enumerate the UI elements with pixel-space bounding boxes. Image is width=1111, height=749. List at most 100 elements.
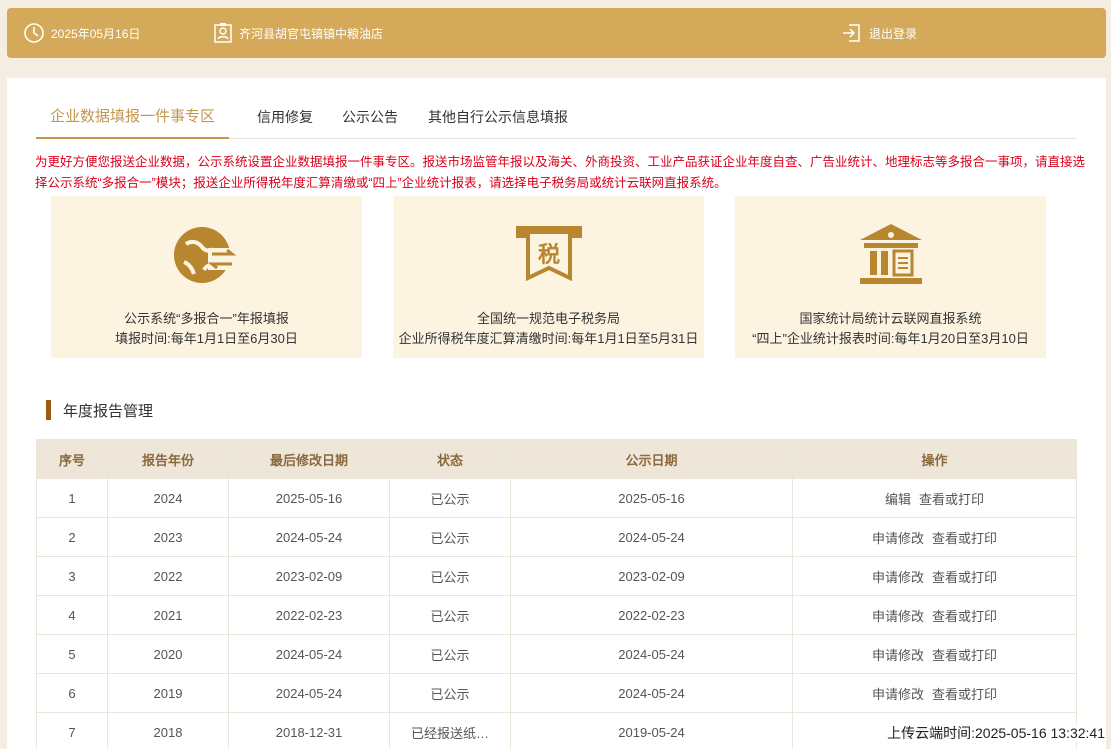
feature-statistics[interactable]: 国家统计局统计云联网直报系统 “四上”企业统计报表时间:每年1月20日至3月10… xyxy=(735,196,1046,358)
feature-title: 全国统一规范电子税务局 xyxy=(476,311,620,326)
view-print-link[interactable]: 查看或打印 xyxy=(932,570,997,585)
request-modify-link[interactable]: 申请修改 xyxy=(872,531,924,546)
feature-title: 公示系统“多报合一”年报填报 xyxy=(124,311,289,326)
cell-actions: 申请修改 查看或打印 xyxy=(792,634,1077,674)
clock-icon xyxy=(24,23,44,43)
tab-announcements[interactable]: 公示公告 xyxy=(342,102,398,139)
col-header-no: 序号 xyxy=(36,439,108,479)
cell-modified: 2024-05-24 xyxy=(228,517,390,557)
feature-title: 国家统计局统计云联网直报系统 xyxy=(799,311,982,326)
cell-no: 3 xyxy=(36,556,108,596)
globe-arrows-icon xyxy=(173,227,238,283)
logout-label: 退出登录 xyxy=(869,26,918,41)
annual-report-table: 序号 报告年份 最后修改日期 状态 公示日期 操作 1 2024 2025-05-1… xyxy=(36,439,1077,749)
cell-actions: 申请修改 查看或打印 xyxy=(792,673,1077,713)
view-print-link[interactable]: 查看或打印 xyxy=(932,531,997,546)
upload-time: 上传云端时间:2025-05-16 13:32:41 xyxy=(887,723,1105,743)
table-header-row: 序号 报告年份 最后修改日期 状态 公示日期 操作 xyxy=(36,439,1077,479)
cell-year: 2019 xyxy=(107,673,229,713)
col-header-published: 公示日期 xyxy=(510,439,793,479)
table-row: 3 2022 2023-02-09 已公示 2023-02-09 申请修改 查看或打印 xyxy=(36,556,1077,596)
cell-actions: 申请修改 查看或打印 xyxy=(792,517,1077,557)
table-row: 4 2021 2022-02-23 已公示 2022-02-23 申请修改 查看或打印 xyxy=(36,595,1077,635)
tab-other-disclosure[interactable]: 其他自行公示信息填报 xyxy=(428,102,568,139)
col-header-modified: 最后修改日期 xyxy=(228,439,390,479)
cell-published: 2024-05-24 xyxy=(510,673,793,713)
section-title-text: 年度报告管理 xyxy=(63,402,154,420)
government-building-icon xyxy=(859,224,922,284)
view-print-link[interactable]: 查看或打印 xyxy=(919,492,984,507)
cell-modified: 2025-05-16 xyxy=(228,478,390,518)
section-title: 年度报告管理 xyxy=(46,400,153,420)
cell-year: 2020 xyxy=(107,634,229,674)
cell-published: 2022-02-23 xyxy=(510,595,793,635)
cell-actions: 申请修改 查看或打印 xyxy=(792,556,1077,596)
table-row: 5 2020 2024-05-24 已公示 2024-05-24 申请修改 查看或打印 xyxy=(36,634,1077,674)
table-row: 1 2024 2025-05-16 已公示 2025-05-16 编辑 查看或打印 xyxy=(36,478,1077,518)
feature-tax-bureau[interactable]: 税 全国统一规范电子税务局 企业所得税年度汇算清缴时间:每年1月1日至5月31日 xyxy=(393,196,704,358)
cell-no: 6 xyxy=(36,673,108,713)
cell-year: 2024 xyxy=(107,478,229,518)
cell-status: 已公示 xyxy=(389,595,511,635)
company-name: 齐河县胡官屯镇镇中粮油店 xyxy=(239,26,384,41)
cell-no: 2 xyxy=(36,517,108,557)
cell-status: 已公示 xyxy=(389,517,511,557)
section-marker xyxy=(46,400,51,420)
request-modify-link[interactable]: 申请修改 xyxy=(872,687,924,702)
cell-published: 2025-05-16 xyxy=(510,478,793,518)
cell-published: 2019-05-24 xyxy=(510,712,793,749)
feature-subtitle: 企业所得税年度汇算清缴时间:每年1月1日至5月31日 xyxy=(398,331,699,346)
view-print-link[interactable]: 查看或打印 xyxy=(932,609,997,624)
cell-modified: 2022-02-23 xyxy=(228,595,390,635)
request-modify-link[interactable]: 申请修改 xyxy=(872,648,924,663)
tax-icon-label: 税 xyxy=(537,242,559,268)
top-bar: 2025年05月16日 齐河县胡官屯镇镇中粮油店 退出登录 xyxy=(7,8,1106,58)
tab-credit-repair[interactable]: 信用修复 xyxy=(257,102,313,139)
id-card-icon xyxy=(214,23,232,43)
cell-year: 2022 xyxy=(107,556,229,596)
cell-status: 已公示 xyxy=(389,673,511,713)
cell-published: 2023-02-09 xyxy=(510,556,793,596)
request-modify-link[interactable]: 申请修改 xyxy=(872,609,924,624)
cell-no: 7 xyxy=(36,712,108,749)
cell-modified: 2018-12-31 xyxy=(228,712,390,749)
tax-icon: 税 xyxy=(515,226,582,282)
main-card: 企业数据填报一件事专区 信用修复 公示公告 其他自行公示信息填报 为更好方便您报… xyxy=(7,78,1106,749)
table-row: 2 2023 2024-05-24 已公示 2024-05-24 申请修改 查看或打印 xyxy=(36,517,1077,557)
cell-status: 已公示 xyxy=(389,478,511,518)
company-display: 齐河县胡官屯镇镇中粮油店 xyxy=(213,8,383,58)
cell-year: 2018 xyxy=(107,712,229,749)
cell-year: 2021 xyxy=(107,595,229,635)
cell-modified: 2024-05-24 xyxy=(228,634,390,674)
col-header-year: 报告年份 xyxy=(107,439,229,479)
cell-no: 4 xyxy=(36,595,108,635)
cell-actions: 编辑 查看或打印 xyxy=(792,478,1077,518)
date-display: 2025年05月16日 xyxy=(23,8,140,58)
table-row: 6 2019 2024-05-24 已公示 2024-05-24 申请修改 查看或打印 xyxy=(36,673,1077,713)
tab-bar: 企业数据填报一件事专区 信用修复 公示公告 其他自行公示信息填报 xyxy=(36,102,1076,139)
cell-published: 2024-05-24 xyxy=(510,634,793,674)
cell-actions: 申请修改 查看或打印 xyxy=(792,595,1077,635)
col-header-actions: 操作 xyxy=(792,439,1077,479)
cell-modified: 2023-02-09 xyxy=(228,556,390,596)
date-text: 2025年05月16日 xyxy=(51,26,141,41)
cell-no: 5 xyxy=(36,634,108,674)
cell-no: 1 xyxy=(36,478,108,518)
edit-link[interactable]: 编辑 xyxy=(885,492,911,507)
logout-icon xyxy=(843,24,860,42)
cell-status: 已经报送纸… xyxy=(389,712,511,749)
view-print-link[interactable]: 查看或打印 xyxy=(932,648,997,663)
view-print-link[interactable]: 查看或打印 xyxy=(932,687,997,702)
col-header-status: 状态 xyxy=(389,439,511,479)
request-modify-link[interactable]: 申请修改 xyxy=(872,570,924,585)
cell-status: 已公示 xyxy=(389,556,511,596)
tab-data-filing[interactable]: 企业数据填报一件事专区 xyxy=(36,102,230,139)
notice-text: 为更好方便您报送企业数据，公示系统设置企业数据填报一件事专区。报送市场监管年报以… xyxy=(35,155,1086,190)
cell-year: 2023 xyxy=(107,517,229,557)
logout-button[interactable]: 退出登录 xyxy=(841,8,917,58)
feature-subtitle: “四上”企业统计报表时间:每年1月20日至3月10日 xyxy=(752,331,1029,346)
cell-published: 2024-05-24 xyxy=(510,517,793,557)
feature-annual-report[interactable]: 公示系统“多报合一”年报填报 填报时间:每年1月1日至6月30日 xyxy=(51,196,362,358)
feature-subtitle: 填报时间:每年1月1日至6月30日 xyxy=(115,331,298,346)
cell-status: 已公示 xyxy=(389,634,511,674)
